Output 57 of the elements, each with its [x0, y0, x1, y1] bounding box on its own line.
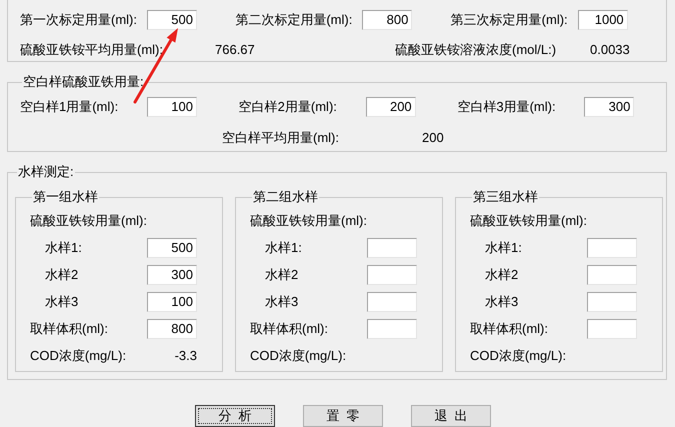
field-label: COD浓度(mg/L): [470, 346, 568, 365]
field-label: 水样1: [265, 238, 303, 257]
input-field[interactable]: 200 [366, 96, 416, 116]
input-field[interactable]: 500 [147, 10, 197, 30]
input-field[interactable]: 500 [147, 238, 197, 258]
field-label: 水样3 [45, 292, 80, 311]
field-label: 硫酸亚铁铵用量(ml): [470, 212, 587, 230]
field-label: 硫酸亚铁铵用量(ml): [30, 212, 147, 230]
input-field[interactable]: 1000 [578, 10, 628, 30]
field-label: 硫酸亚铁铵溶液浓度(mol/L:) [395, 40, 558, 59]
field-label: 水样2 [45, 266, 80, 284]
group-title: 水样测定: [17, 164, 75, 180]
field-label: 水样3 [485, 292, 520, 311]
input-field[interactable] [587, 238, 637, 258]
value-text: 766.67 [215, 40, 256, 59]
field-label: COD浓度(mg/L): [250, 346, 348, 365]
field-label: 水样1: [485, 238, 523, 257]
input-field[interactable] [367, 318, 417, 338]
field-label: 水样2 [265, 266, 300, 284]
button[interactable]: 退 出 [411, 405, 491, 427]
field-label: COD浓度(mg/L): [30, 346, 128, 365]
input-field[interactable] [587, 292, 637, 312]
field-label: 空白样平均用量(ml): [222, 128, 340, 147]
field-label: 第二次标定用量(ml): [235, 10, 354, 29]
input-field[interactable] [367, 292, 417, 312]
input-field[interactable]: 100 [147, 292, 197, 312]
value-text: 0.0033 [590, 40, 630, 59]
field-label: 取样体积(ml): [250, 320, 329, 338]
input-field[interactable]: 800 [147, 318, 197, 338]
value-text: -3.3 [174, 346, 197, 365]
button[interactable]: 置 零 [303, 405, 383, 427]
group-title: 第三组水样 [472, 189, 539, 205]
value-text: 200 [422, 128, 444, 147]
field-label: 硫酸亚铁铵用量(ml): [250, 212, 367, 230]
input-field[interactable] [367, 238, 417, 258]
input-field[interactable]: 300 [584, 96, 634, 116]
input-field[interactable] [587, 318, 637, 338]
input-field[interactable]: 300 [147, 264, 197, 284]
field-label: 水样1: [45, 238, 83, 257]
input-field[interactable] [367, 264, 417, 284]
field-label: 第三次标定用量(ml): [450, 10, 569, 29]
field-label: 空白样2用量(ml): [238, 98, 338, 116]
field-label: 硫酸亚铁铵平均用量(ml): [20, 40, 164, 59]
field-label: 取样体积(ml): [470, 320, 549, 338]
input-field[interactable]: 100 [147, 96, 197, 116]
group-title: 第一组水样 [32, 189, 99, 205]
field-label: 水样2 [485, 266, 520, 284]
input-field[interactable]: 800 [362, 10, 412, 30]
field-label: 第一次标定用量(ml): [20, 10, 138, 29]
button[interactable]: 分 析 [195, 405, 275, 427]
input-field[interactable] [587, 264, 637, 284]
field-label: 取样体积(ml): [30, 320, 109, 338]
field-label: 水样3 [265, 292, 300, 311]
field-label: 空白样3用量(ml): [457, 98, 557, 116]
group-title: 第二组水样 [252, 189, 319, 205]
field-label: 空白样1用量(ml): [20, 98, 120, 116]
group-title: 空白样硫酸亚铁用量: [22, 74, 145, 90]
